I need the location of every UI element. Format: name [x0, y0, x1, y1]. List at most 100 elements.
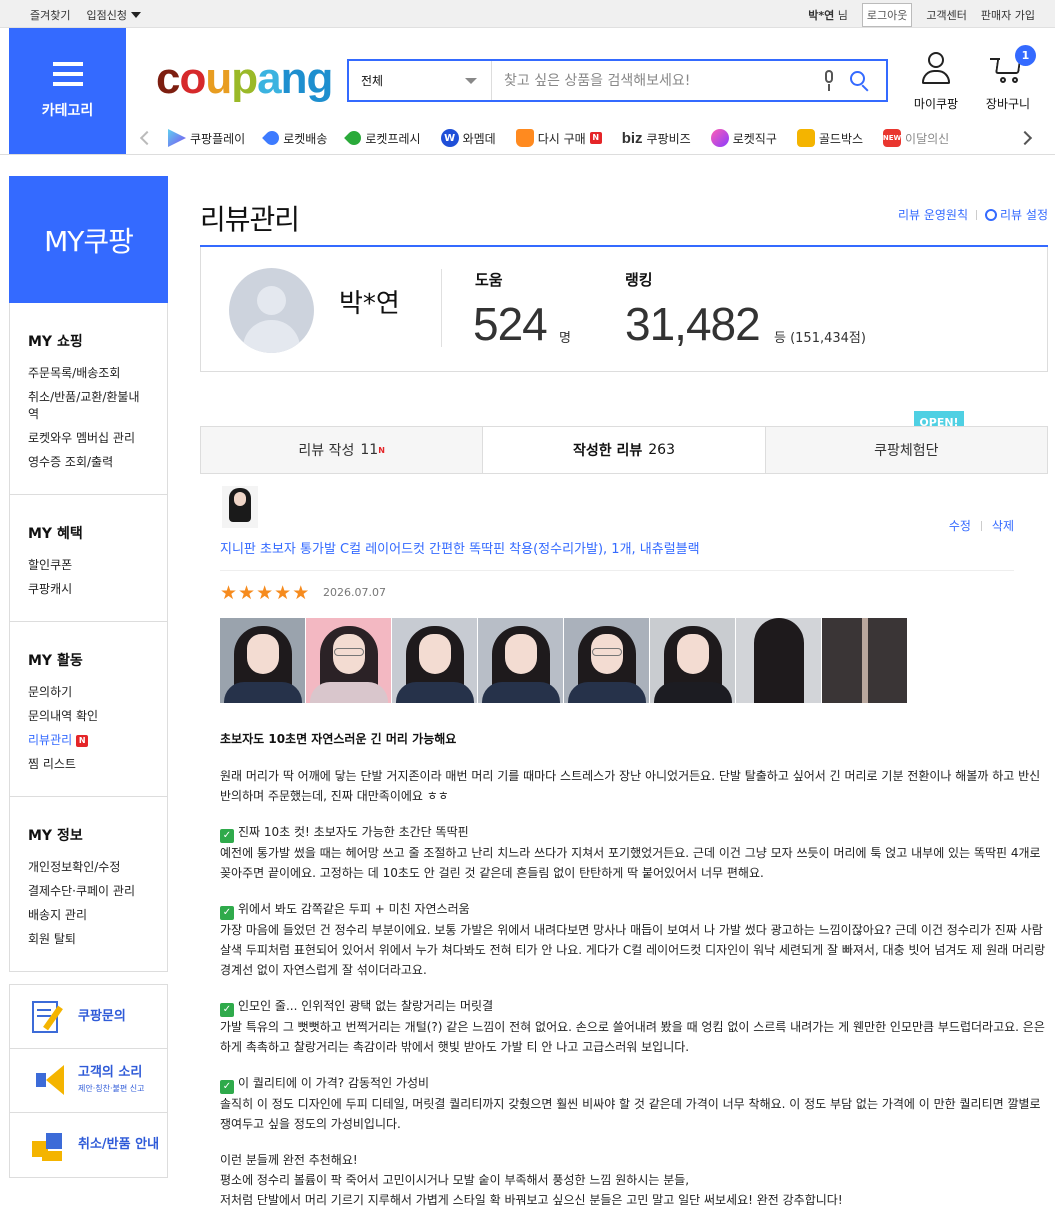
review-photo[interactable] — [220, 618, 305, 703]
divider — [441, 269, 442, 347]
shortcut-label: 로켓프레시 — [365, 131, 421, 146]
user-greeting: 박*연 님 — [808, 7, 848, 23]
new-badge: N — [76, 734, 89, 747]
sidebar-group-title: MY 정보 — [28, 828, 83, 844]
search-icon[interactable] — [848, 69, 872, 93]
seller-apply-menu[interactable]: 입점신청 — [86, 7, 141, 23]
basket-icon — [515, 129, 534, 147]
chevron-right-icon[interactable] — [1017, 130, 1033, 146]
banner-cancel-return-guide[interactable]: 취소/반품 안내 — [10, 1113, 167, 1177]
review-photo[interactable] — [392, 618, 477, 703]
seller-join-link[interactable]: 판매자 가입 — [981, 7, 1035, 23]
sidebar-item-label: 리뷰관리 — [28, 733, 73, 747]
tab-written-reviews[interactable]: 작성한 리뷰 263 — [483, 427, 766, 473]
sidebar-group-info: MY 정보 개인정보확인/수정 결제수단·쿠페이 관리 배송지 관리 회원 탈퇴 — [10, 797, 167, 971]
mycoupang-label: 마이쿠팡 — [913, 97, 959, 111]
banner-coupang-inquiry[interactable]: 쿠팡문의 — [10, 985, 167, 1049]
review-photo[interactable] — [478, 618, 563, 703]
delete-review-button[interactable]: 삭제 — [992, 517, 1014, 534]
star-icon: ★ — [238, 582, 256, 604]
reviewer-name: 박*연 — [339, 289, 400, 319]
help-unit: 명 — [559, 331, 571, 346]
banner-title: 쿠팡문의 — [78, 1008, 126, 1024]
sidebar-item-wishlist[interactable]: 찜 리스트 — [28, 756, 149, 773]
sidebar-group-benefits: MY 혜택 할인쿠폰 쿠팡캐시 — [10, 495, 167, 622]
review-policy-link[interactable]: 리뷰 운영원칙 — [898, 206, 968, 223]
review-settings-link[interactable]: 리뷰 설정 — [985, 206, 1048, 223]
mycoupang-button[interactable]: 마이쿠팡 — [906, 52, 966, 112]
bookmark-link[interactable]: 즐겨찾기 — [30, 7, 70, 23]
sidebar-item-wow-membership[interactable]: 로켓와우 멤버십 관리 — [28, 430, 149, 447]
checkmark-icon: ✓ — [220, 1080, 234, 1094]
banner-subtitle: 제안·칭찬·불편 신고 — [78, 1083, 145, 1093]
product-thumbnail[interactable] — [222, 486, 258, 528]
tab-label: 리뷰 작성 — [298, 443, 355, 459]
banner-customer-voice[interactable]: 고객의 소리 제안·칭찬·불편 신고 — [10, 1049, 167, 1113]
shortcut-rocket-fresh[interactable]: 로켓프레시 — [344, 128, 421, 148]
review-photo[interactable] — [650, 618, 735, 703]
logout-button[interactable]: 로그아웃 — [861, 3, 913, 27]
review-photos — [220, 618, 907, 703]
new-badge: N — [378, 445, 385, 455]
search-scope-select[interactable]: 전체 — [349, 61, 492, 100]
sidebar-item-receipt[interactable]: 영수증 조회/출력 — [28, 454, 149, 471]
review-paragraph: ✓ 인모인 줄... 인위적인 광택 없는 찰랑거리는 머릿결 가발 특유의 그 뻣… — [220, 996, 1048, 1057]
review-photo[interactable] — [306, 618, 391, 703]
sidebar-item-review-manage[interactable]: 리뷰관리 N — [28, 732, 149, 749]
sidebar-item-coupang-cash[interactable]: 쿠팡캐시 — [28, 581, 149, 598]
product-name-link[interactable]: 지니판 초보자 통가발 C컬 레이어드컷 간편한 똑딱핀 착용(정수리가발), … — [220, 538, 700, 557]
review-headline: 초보자도 10초면 자연스러운 긴 머리 가능해요 — [220, 732, 457, 746]
shortcut-rocket-delivery[interactable]: 로켓배송 — [262, 128, 327, 148]
shortcut-new-of-month[interactable]: NEW 이달의신 — [883, 129, 949, 147]
review-photo[interactable] — [822, 618, 907, 703]
divider — [976, 209, 978, 220]
goldbox-icon — [796, 129, 815, 147]
tab-count: 11 — [360, 442, 379, 458]
sidebar-item-inquiry[interactable]: 문의하기 — [28, 684, 149, 701]
customer-center-link[interactable]: 고객센터 — [926, 7, 966, 23]
shortcut-wow[interactable]: W 와멤데 — [440, 129, 496, 147]
logo-letter: c — [156, 54, 181, 103]
coupang-logo[interactable]: coupang — [156, 52, 333, 106]
page-links: 리뷰 운영원칙 리뷰 설정 — [898, 206, 1048, 223]
shortcut-biz[interactable]: biz 쿠팡비즈 — [622, 130, 691, 147]
checkmark-icon: ✓ — [220, 906, 234, 920]
sidebar-group-title: MY 쇼핑 — [28, 334, 83, 350]
logo-letter: o — [179, 54, 206, 103]
sidebar-item-profile[interactable]: 개인정보확인/수정 — [28, 859, 149, 876]
help-value: 524 — [473, 298, 548, 350]
sidebar-item-withdraw[interactable]: 회원 탈퇴 — [28, 931, 149, 948]
header-divider — [0, 154, 1055, 155]
tab-write-review[interactable]: 리뷰 작성 11 N — [201, 427, 484, 473]
shortcut-rebuy[interactable]: 다시 구매 N — [515, 129, 602, 147]
mycoupang-title[interactable]: MY쿠팡 — [9, 176, 168, 303]
sidebar-item-payment[interactable]: 결제수단·쿠페이 관리 — [28, 883, 149, 900]
rank-value: 31,482 — [625, 298, 761, 350]
category-menu-button[interactable]: 카테고리 — [9, 28, 126, 154]
search-bar: 전체 — [347, 59, 888, 102]
sidebar-item-address[interactable]: 배송지 관리 — [28, 907, 149, 924]
shortcut-coupang-play[interactable]: 쿠팡플레이 — [168, 129, 245, 147]
review-photo[interactable] — [736, 618, 821, 703]
search-input[interactable] — [492, 61, 822, 100]
shortcut-goldbox[interactable]: 골드박스 — [796, 129, 863, 147]
chevron-down-icon — [465, 77, 477, 84]
review-photo[interactable] — [564, 618, 649, 703]
microphone-icon[interactable] — [822, 69, 836, 92]
chevron-left-icon[interactable] — [139, 130, 155, 146]
paragraph-heading: 진짜 10초 컷! 초보자도 가능한 초간단 똑딱핀 — [238, 825, 469, 839]
sidebar-item-cancel-return[interactable]: 취소/반품/교환/환불내역 — [28, 389, 149, 423]
clipboard-pencil-icon — [28, 997, 68, 1037]
shortcut-global-rocket[interactable]: 로켓직구 — [710, 129, 777, 147]
sidebar: MY쿠팡 MY 쇼핑 주문목록/배송조회 취소/반품/교환/환불내역 로켓와우 … — [9, 176, 168, 1178]
edit-review-button[interactable]: 수정 — [949, 517, 971, 534]
sidebar-item-inquiry-history[interactable]: 문의내역 확인 — [28, 708, 149, 725]
sidebar-item-coupons[interactable]: 할인쿠폰 — [28, 557, 149, 574]
top-utility-bar: 즐겨찾기 입점신청 박*연 님 로그아웃 고객센터 판매자 가입 — [0, 0, 1055, 28]
paragraph-text: 가장 마음에 들었던 건 정수리 부분이에요. 보통 가발은 위에서 내려다보면… — [220, 923, 1046, 977]
sidebar-item-orders[interactable]: 주문목록/배송조회 — [28, 365, 149, 382]
tab-experience-group[interactable]: 쿠팡체험단 — [765, 427, 1047, 473]
avatar — [229, 268, 314, 353]
paragraph-text: 예전에 통가발 썼을 때는 헤어망 쓰고 줄 조절하고 난리 치느라 쓰다가 지… — [220, 846, 1041, 880]
rank-label: 랭킹 — [625, 271, 653, 289]
